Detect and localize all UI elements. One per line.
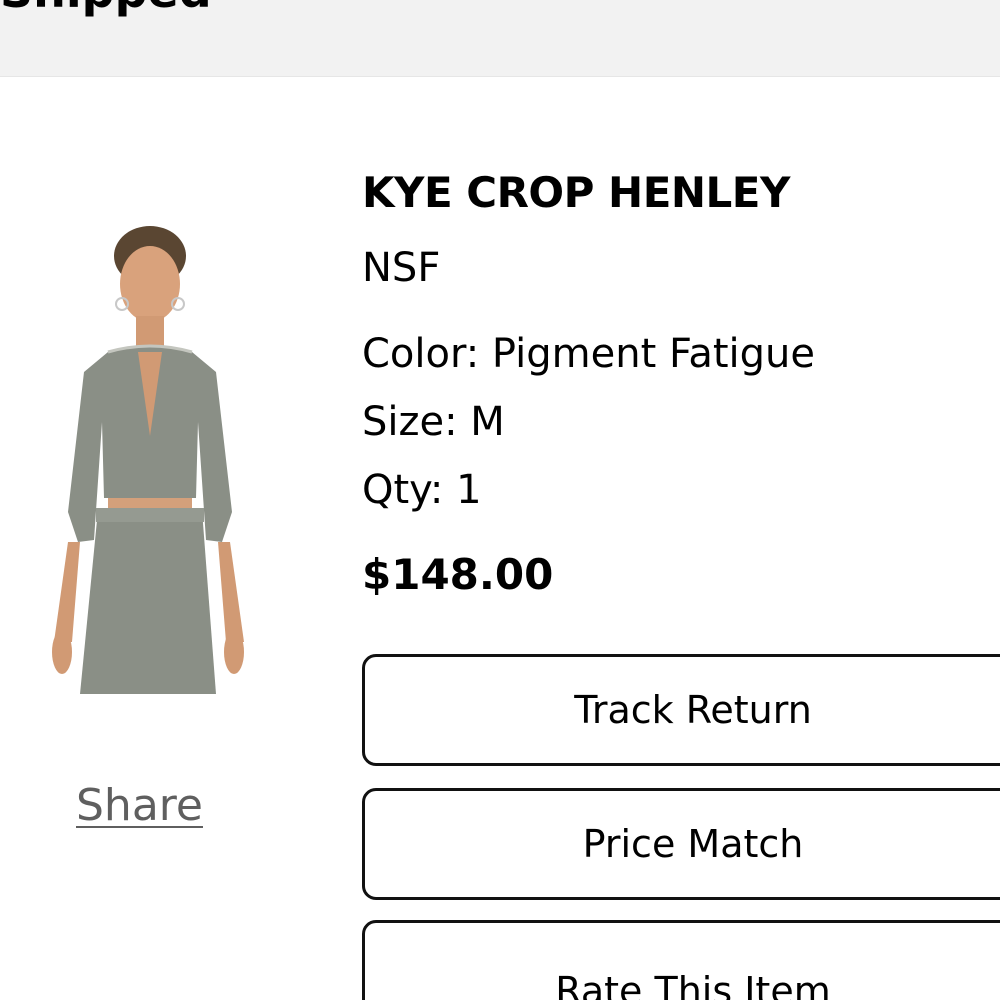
product-color: Color: Pigment Fatigue: [362, 331, 815, 377]
face-shape: [120, 246, 180, 322]
forearm-left: [54, 542, 80, 642]
product-price: $148.00: [362, 550, 554, 599]
order-status-title: Shipped: [0, 0, 212, 14]
track-return-label: Track Return: [574, 688, 812, 732]
product-size: Size: M: [362, 399, 505, 445]
forearm-right: [218, 542, 244, 642]
rate-item-label: Rate This Item: [555, 969, 831, 1000]
product-brand: NSF: [362, 245, 441, 291]
price-match-button[interactable]: Price Match: [362, 788, 1000, 900]
order-item-page: Shipped Share KYE CROP HENLEY NSF Color:…: [0, 0, 1000, 1000]
order-status-banner: Shipped: [0, 0, 1000, 77]
price-match-label: Price Match: [582, 822, 804, 866]
track-return-button[interactable]: Track Return: [362, 654, 1000, 766]
rate-item-button[interactable]: Rate This Item: [362, 920, 1000, 1000]
skirt-waistband-shape: [96, 508, 204, 522]
skirt-shape: [80, 510, 216, 694]
product-qty: Qty: 1: [362, 467, 482, 513]
share-link[interactable]: Share: [76, 784, 203, 828]
product-title: KYE CROP HENLEY: [362, 168, 790, 217]
product-image[interactable]: [46, 222, 252, 694]
